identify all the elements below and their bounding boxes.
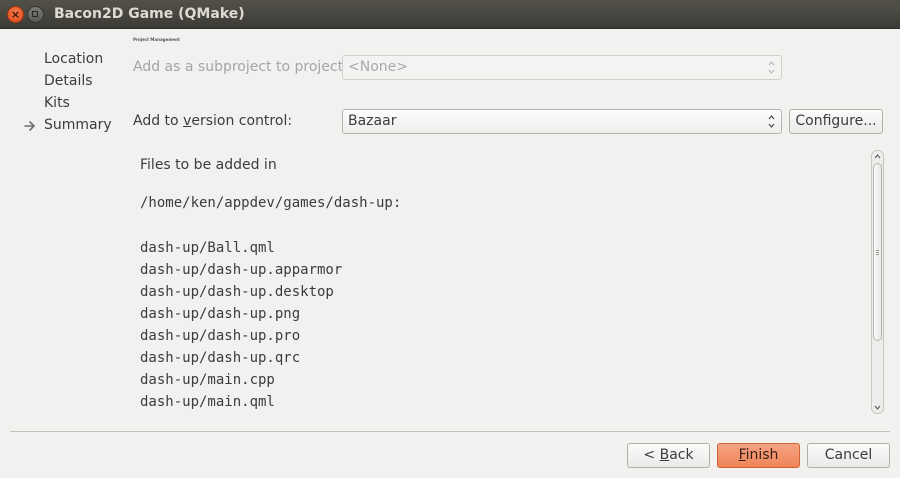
cancel-button[interactable]: Cancel [807, 443, 890, 468]
scroll-grip [876, 252, 879, 253]
file-list-item: dash-up/dash-up.apparmor [140, 262, 343, 278]
file-list-item: dash-up/dash-up.qrc [140, 350, 301, 366]
subproject-combobox[interactable]: <None> [342, 55, 782, 80]
sidebar-item-details: Details [44, 73, 93, 89]
finish-button-suffix: inish [745, 447, 779, 463]
configure-button[interactable]: Configure... [789, 109, 883, 134]
files-path: /home/ken/appdev/games/dash-up: [140, 195, 402, 211]
scrollbar-thumb[interactable] [873, 163, 882, 341]
wizard-window: × Bacon2D Game (QMake) Location Details … [0, 0, 900, 478]
sidebar-item-location: Location [44, 51, 104, 67]
version-control-label-suffix: ersion control: [191, 113, 293, 129]
scroll-up-icon[interactable] [874, 154, 881, 159]
file-list: dash-up/Ball.qml dash-up/dash-up.apparmo… [140, 239, 342, 415]
finish-button-mnemonic: F [738, 447, 746, 463]
subproject-combobox-value: <None> [348, 59, 408, 75]
back-button-mnemonic: B [659, 447, 670, 463]
back-button[interactable]: < Back [627, 443, 710, 468]
version-control-combobox[interactable]: Bazaar [342, 109, 782, 134]
sidebar-item-summary: Summary [44, 117, 112, 133]
combo-spin-icon [768, 61, 775, 74]
close-icon: × [10, 8, 21, 21]
maximize-window-button[interactable] [27, 6, 44, 23]
files-summary: Files to be added in /home/ken/appdev/ga… [133, 150, 869, 414]
back-button-suffix: ack [669, 447, 694, 463]
subproject-label: Add as a subproject to project: [133, 59, 348, 75]
current-step-arrow-icon [24, 121, 35, 131]
file-list-item: dash-up/dash-up.png [140, 306, 301, 322]
scroll-grip [876, 250, 879, 251]
scroll-grip [876, 254, 879, 255]
page-title: Project Management [133, 37, 180, 42]
close-window-button[interactable]: × [7, 6, 24, 23]
combo-spin-icon [768, 115, 775, 128]
version-control-combobox-value: Bazaar [348, 113, 397, 129]
version-control-label: Add to version control: [133, 113, 292, 129]
scroll-down-icon[interactable] [874, 405, 881, 410]
title-bar: × Bacon2D Game (QMake) [0, 0, 900, 29]
maximize-icon [32, 11, 38, 17]
file-list-item: dash-up/dash-up.desktop [140, 284, 334, 300]
file-list-item: dash-up/Ball.qml [140, 240, 275, 256]
file-list-item: dash-up/main.cpp [140, 372, 275, 388]
file-list-item: dash-up/main.qml [140, 394, 275, 410]
files-scrollbar[interactable] [871, 150, 884, 414]
version-control-label-prefix: Add to [133, 113, 184, 129]
footer-separator [10, 431, 890, 432]
finish-button[interactable]: Finish [717, 443, 800, 468]
files-heading: Files to be added in [140, 157, 277, 173]
file-list-item: dash-up/dash-up.pro [140, 328, 301, 344]
window-title: Bacon2D Game (QMake) [54, 6, 245, 22]
back-button-prefix: < [643, 447, 660, 463]
sidebar-item-kits: Kits [44, 95, 70, 111]
